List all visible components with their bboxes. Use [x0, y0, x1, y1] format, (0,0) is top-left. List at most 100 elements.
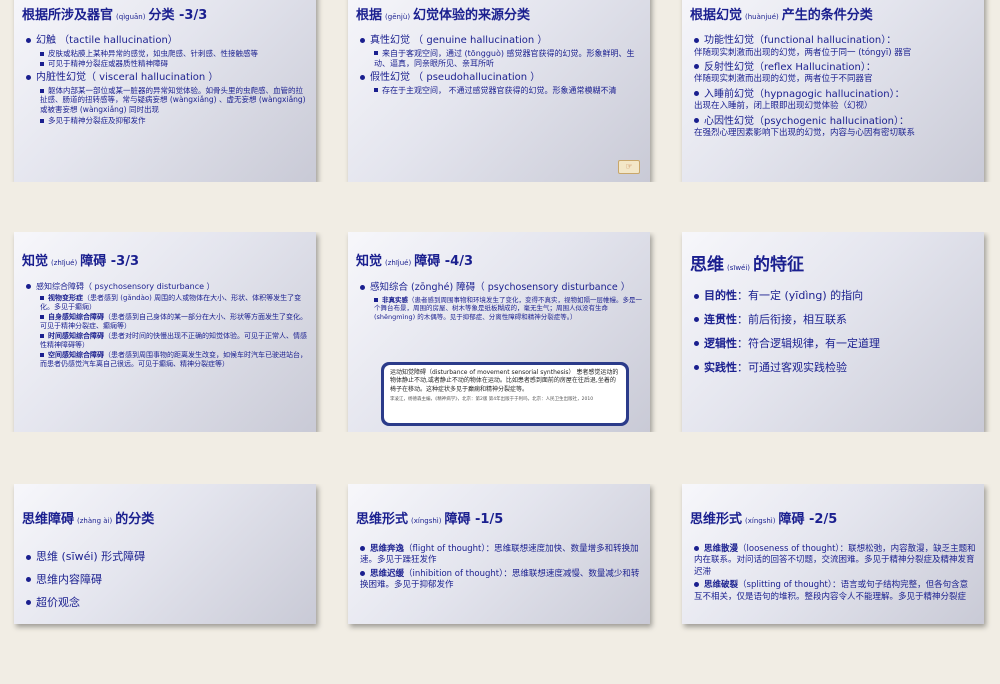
slide-thumbnail[interactable]: 根据 (gēnjù) 幻觉体验的来源分类 真性幻觉 （ genuine halluci…	[334, 0, 668, 182]
bullet-heading: 空间感知综合障碍	[48, 351, 104, 360]
bullet-item: 超价观念	[26, 596, 308, 611]
slide-title-pinyin: (huànjué)	[745, 13, 779, 21]
slide-body: 思维奔逸（flight of thought）：思维联想速度加快、数量增多和转换…	[360, 542, 642, 592]
sub-bullet-item: 来自于客观空间，通过 (tōngguò) 感觉器官获得的幻觉。形象鲜明、生动、逼…	[374, 49, 642, 70]
bullet-item: 心因性幻觉（psychogenic hallucination）： 在强烈心理因素…	[694, 115, 976, 140]
bullet-icon	[374, 297, 378, 302]
bullet-text: 入睡前幻觉（hypnagogic hallucination）：	[704, 88, 905, 100]
slide-title-pinyin: (qìguān)	[116, 13, 146, 21]
bullet-icon	[374, 51, 378, 55]
slide-title-suffix: 障碍 -3/3	[80, 254, 139, 269]
bullet-icon	[694, 365, 699, 371]
slide-title-pinyin: (xíngshì)	[745, 517, 776, 525]
bullet-description: 出现在入睡前，闭上眼即出现幻觉体验（幻视）	[694, 101, 873, 112]
slide-thumbnail[interactable]: 思维 (sīwéi) 的特征 目的性：有一定 (yīdìng) 的指向 连贯性：前后衔接…	[668, 232, 1000, 432]
bullet-text: 心因性幻觉（psychogenic hallucination）：	[704, 115, 909, 127]
slide-canvas: 思维形式 (xíngshì) 障碍 -1/5 思维奔逸（flight of thoug…	[348, 484, 650, 624]
bullet-text: 幻触 （tactile hallucination）	[36, 35, 178, 46]
slide-title: 思维形式 (xíngshì) 障碍 -2/5	[690, 508, 837, 527]
slide-title-pinyin: (zhàng ài)	[77, 517, 113, 525]
bullet-text: ：前后衔接，相互联系	[737, 312, 847, 326]
bullet-icon	[40, 353, 44, 358]
slide-title-suffix: 障碍 -2/5	[778, 512, 838, 527]
bullet-item: 实践性：可通过客观实践检验	[694, 361, 976, 376]
bullet-icon	[26, 284, 31, 289]
bullet-icon	[694, 546, 699, 551]
bullet-icon	[26, 74, 31, 80]
bullet-text: 皮肤或粘膜上某种异常的感觉，如虫爬感、针刺感、性接触感等	[48, 48, 258, 58]
bullet-item: 思维内容障碍	[26, 573, 308, 588]
bullet-item: 连贯性：前后衔接，相互联系	[694, 313, 976, 328]
slide-thumbnail[interactable]: 根据所涉及器官 (qìguān) 分类 -3/3 幻触 （tactile halluc…	[0, 0, 334, 182]
slide-thumbnail[interactable]: 知觉 (zhījué) 障碍 -3/3 感知综合障碍（ psychosensory d…	[0, 232, 334, 432]
bullet-heading: 实践性	[704, 360, 737, 374]
slide-title-suffix: 障碍 -4/3	[414, 254, 473, 269]
bullet-item: 感知综合 (zōnghé) 障碍（ psychosensory disturba…	[360, 282, 642, 295]
slide-title: 根据幻觉 (huànjué) 产生的条件分类	[690, 4, 873, 23]
slide-body: 幻触 （tactile hallucination） 皮肤或粘膜上某种异常的感觉，…	[26, 32, 308, 126]
slide-canvas: 知觉 (zhījué) 障碍 -4/3 感知综合 (zōnghé) 障碍（ psych…	[348, 232, 650, 432]
slide-thumbnail[interactable]: 根据幻觉 (huànjué) 产生的条件分类功能性幻觉（functional hal…	[668, 0, 1000, 182]
bullet-heading: 非真实感	[382, 295, 408, 304]
slide-title-pinyin: (zhījué)	[51, 259, 78, 267]
slide-body: 思维 (sīwéi) 形式障碍 思维内容障碍 超价观念	[26, 542, 308, 611]
bullet-icon	[40, 62, 44, 67]
bullet-icon	[694, 91, 699, 97]
bullet-heading: 视物变形症	[48, 293, 83, 302]
bullet-text: 内脏性幻觉（ visceral hallucination ）	[36, 72, 219, 83]
bullet-icon	[40, 314, 44, 319]
bullet-icon	[26, 577, 31, 583]
slide-title-text: 根据	[356, 8, 383, 23]
slide-thumbnail[interactable]: 思维形式 (xíngshì) 障碍 -1/5 思维奔逸（flight of thoug…	[334, 484, 668, 684]
slide-canvas: 思维 (sīwéi) 的特征 目的性：有一定 (yīdìng) 的指向 连贯性：前后衔接…	[682, 232, 984, 432]
bullet-heading: 逻辑性	[704, 336, 737, 350]
bullet-icon	[360, 74, 365, 80]
bullet-icon	[694, 293, 699, 299]
slide-title: 知觉 (zhījué) 障碍 -3/3	[22, 250, 139, 269]
bullet-item: 逻辑性：符合逻辑规律，有一定道理	[694, 337, 976, 352]
bullet-icon	[40, 88, 44, 93]
slide-title-text: 思维	[690, 255, 724, 275]
slide-thumbnail[interactable]: 思维形式 (xíngshì) 障碍 -2/5 思维散漫（looseness of th…	[668, 484, 1000, 684]
slide-canvas: 知觉 (zhījué) 障碍 -3/3 感知综合障碍（ psychosensory d…	[14, 232, 316, 432]
bullet-icon	[694, 341, 699, 347]
slide-title: 知觉 (zhījué) 障碍 -4/3	[356, 250, 473, 269]
slide-canvas: 根据幻觉 (huànjué) 产生的条件分类功能性幻觉（functional hal…	[682, 0, 984, 182]
slide-title-pinyin: (gēnjù)	[385, 13, 411, 21]
slide-title: 思维 (sīwéi) 的特征	[690, 250, 804, 275]
bullet-item: 思维散漫（looseness of thought）：联想松弛，内容散漫，缺乏主…	[694, 544, 976, 578]
callout-reference: 李凌江，杨德森主编，《精神病学》，北京：第2版 第4年出版于于利吗，北京：人民卫…	[390, 397, 594, 403]
slide-title-text: 知觉	[22, 254, 49, 269]
bullet-text: 功能性幻觉（functional hallucination）：	[704, 35, 897, 46]
bullet-text: ：有一定 (yīdìng) 的指向	[737, 289, 864, 302]
slide-title-suffix: 产生的条件分类	[781, 8, 873, 23]
slide-title-text: 根据所涉及器官	[22, 8, 114, 23]
hand-pointer-icon[interactable]: ☞	[618, 160, 640, 174]
bullet-text: 感知综合 (zōnghé) 障碍（ psychosensory disturba…	[370, 282, 631, 293]
bullet-icon	[374, 88, 378, 93]
bullet-item: 感知综合障碍（ psychosensory disturbance ）	[26, 282, 308, 293]
bullet-item: 幻触 （tactile hallucination）	[26, 34, 308, 48]
bullet-heading: 思维破裂	[704, 580, 739, 591]
slide-title-suffix: 分类 -3/3	[148, 8, 208, 23]
slide-title-text: 思维形式	[690, 512, 743, 527]
slide-canvas: 思维形式 (xíngshì) 障碍 -2/5 思维散漫（looseness of th…	[682, 484, 984, 624]
bullet-icon	[40, 334, 44, 339]
bullet-icon	[360, 570, 365, 576]
slide-canvas: 根据 (gēnjù) 幻觉体验的来源分类 真性幻觉 （ genuine halluci…	[348, 0, 650, 182]
callout-box: 运动知觉障碍（disturbance of movement sensorial…	[381, 362, 629, 426]
bullet-text: ：符合逻辑规律，有一定道理	[737, 336, 880, 350]
slide-thumbnail[interactable]: 思维障碍 (zhàng ài) 的分类 思维 (sīwéi) 形式障碍 思维内容障碍 超价…	[0, 484, 334, 684]
bullet-text: 假性幻觉 （ pseudohallucination ）	[370, 72, 541, 84]
bullet-item: 内脏性幻觉（ visceral hallucination ）	[26, 71, 308, 85]
bullet-icon	[40, 51, 44, 56]
bullet-icon	[694, 118, 699, 124]
sub-bullet-item: 自身感知综合障碍（患者感到自己身体的某一部分在大小、形状等方面发生了变化。可见于…	[40, 313, 308, 331]
bullet-item: 反射性幻觉（reflex Hallucination）： 伴随现实刺激而出现的幻觉…	[694, 61, 976, 86]
slide-thumbnail[interactable]: 知觉 (zhījué) 障碍 -4/3 感知综合 (zōnghé) 障碍（ psych…	[334, 232, 668, 432]
callout-text: 运动知觉障碍（disturbance of movement sensorial…	[390, 369, 619, 393]
bullet-text: 思维内容障碍	[36, 572, 102, 586]
slide-title-suffix: 障碍 -1/5	[444, 512, 504, 527]
bullet-heading: 思维迟缓	[370, 568, 405, 579]
sub-bullet-item: 视物变形症（患者感到 (gǎndào) 周围的人或物体在大小、形状、体积等发生了…	[40, 294, 308, 312]
